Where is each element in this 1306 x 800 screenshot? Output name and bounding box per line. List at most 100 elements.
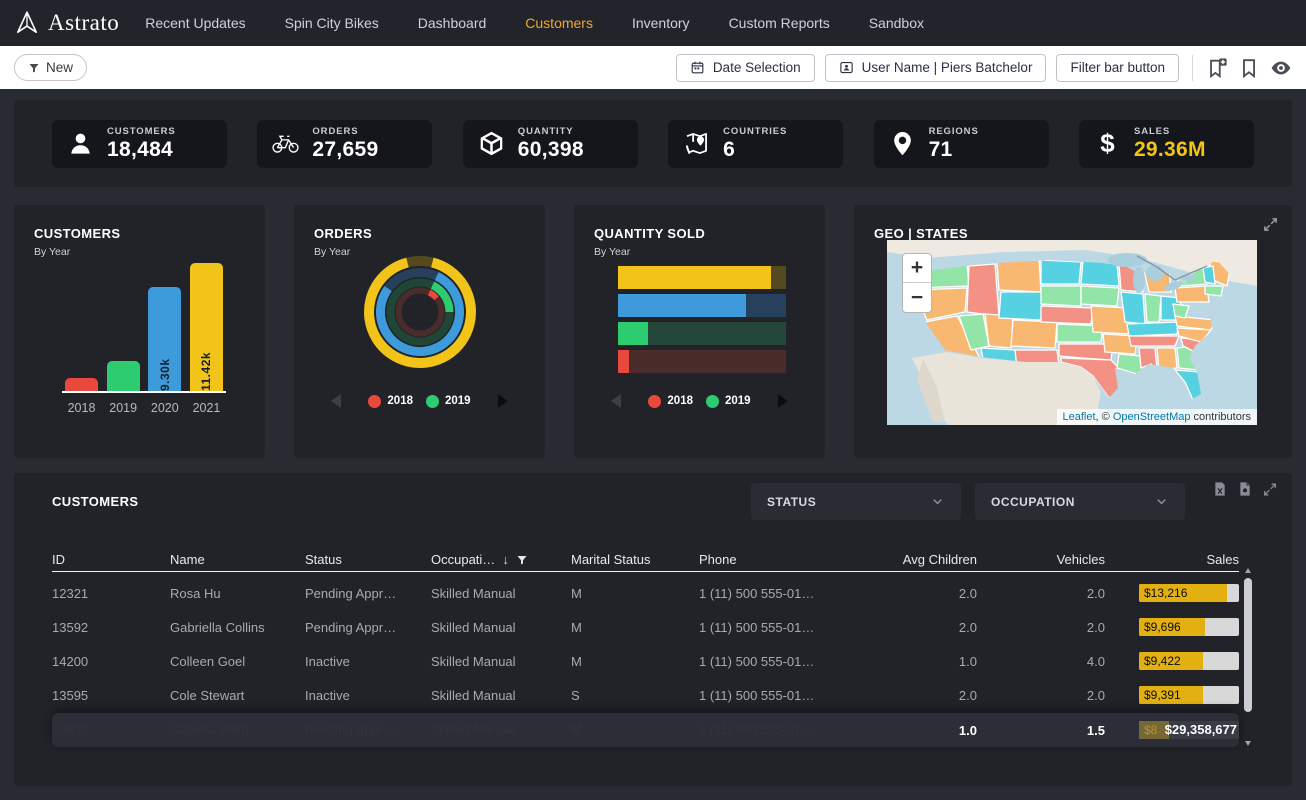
date-selection-button[interactable]: Date Selection bbox=[676, 54, 815, 82]
filter-bar-button[interactable]: Filter bar button bbox=[1056, 54, 1179, 82]
chevron-down-icon bbox=[1154, 494, 1169, 509]
column-filter-icon[interactable] bbox=[516, 554, 528, 566]
quantity-chart-legend: 20182019 bbox=[574, 394, 825, 408]
quantity-bar-chart[interactable] bbox=[618, 266, 786, 373]
table-scrollbar[interactable] bbox=[1244, 578, 1252, 712]
kpi-value: 27,659 bbox=[312, 138, 378, 162]
column-header-occupati[interactable]: Occupati…↓ bbox=[431, 552, 571, 567]
nav-items: Recent Updates Spin City Bikes Dashboard Cu… bbox=[145, 15, 924, 31]
column-header-marital-status[interactable]: Marital Status bbox=[571, 552, 699, 567]
map-zoom-in-button[interactable]: + bbox=[903, 254, 931, 283]
nav-item-spin-city-bikes[interactable]: Spin City Bikes bbox=[285, 15, 379, 31]
column-header-sales[interactable]: Sales bbox=[1105, 552, 1239, 567]
cell: Colleen Goel bbox=[170, 654, 305, 669]
table-totals-row: 1.01.5$8$29,358,677 bbox=[52, 713, 1239, 747]
export-excel-icon[interactable] bbox=[1212, 481, 1228, 497]
bookmark-add-icon[interactable] bbox=[1206, 57, 1228, 79]
cell-sales: $13,216 bbox=[1105, 584, 1239, 602]
leaflet-link[interactable]: Leaflet bbox=[1063, 411, 1096, 423]
cell: Skilled Manual bbox=[431, 586, 571, 601]
cell: S bbox=[571, 688, 699, 703]
column-header-vehicles[interactable]: Vehicles bbox=[977, 552, 1105, 567]
legend-prev-arrow[interactable] bbox=[611, 394, 621, 408]
orders-chart-legend: 2018 2019 bbox=[294, 394, 545, 408]
table-row-14200[interactable]: 14200Colleen GoelInactiveSkilled ManualM… bbox=[52, 644, 1239, 678]
cell: 12321 bbox=[52, 586, 170, 601]
legend-next-arrow[interactable] bbox=[778, 394, 788, 408]
column-header-id[interactable]: ID bbox=[52, 552, 170, 567]
scrollbar-down-arrow[interactable] bbox=[1245, 741, 1251, 746]
table-expand-icon[interactable] bbox=[1262, 481, 1278, 497]
legend-next-arrow[interactable] bbox=[498, 394, 508, 408]
x-axis-tick: 2020 bbox=[148, 401, 181, 415]
orders-chart-title: ORDERS bbox=[314, 226, 525, 241]
geo-expand-icon[interactable] bbox=[1262, 216, 1279, 233]
cell: Skilled Manual bbox=[431, 654, 571, 669]
quantity-chart-panel: QUANTITY SOLD By Year 20182019 bbox=[574, 205, 825, 458]
date-selection-label: Date Selection bbox=[713, 60, 801, 75]
brand-name: Astrato bbox=[48, 10, 119, 36]
table-row-13592[interactable]: 13592Gabriella CollinsPending Appr…Skill… bbox=[52, 610, 1239, 644]
new-filter-pill[interactable]: New bbox=[14, 54, 87, 81]
legend-item-2019: 2019 bbox=[426, 395, 471, 408]
table-row-12321[interactable]: 12321Rosa HuPending Appr…Skilled ManualM… bbox=[52, 576, 1239, 610]
kpi-label: REGIONS bbox=[929, 126, 979, 137]
quantity-bar-fill bbox=[618, 322, 648, 345]
legend-prev-arrow[interactable] bbox=[331, 394, 341, 408]
sort-descending-icon[interactable]: ↓ bbox=[502, 552, 509, 567]
legend-dot bbox=[368, 395, 381, 408]
user-badge-icon bbox=[839, 60, 854, 75]
bar-2020: 9.30k bbox=[148, 287, 181, 391]
orders-donut-chart[interactable] bbox=[361, 253, 479, 371]
nav-item-custom-reports[interactable]: Custom Reports bbox=[729, 15, 830, 31]
quantity-bar-2019 bbox=[618, 322, 786, 345]
cell: 13592 bbox=[52, 620, 170, 635]
bar-2021: 11.42k bbox=[190, 263, 223, 391]
astrato-logo-icon bbox=[14, 10, 40, 36]
legend-item-2018: 2018 bbox=[368, 395, 413, 408]
sales-value: $9,696 bbox=[1144, 618, 1181, 636]
leaflet-map[interactable]: + − Leaflet, © OpenStreetMap contributor… bbox=[887, 240, 1257, 425]
toolbar-divider bbox=[1192, 55, 1193, 81]
nav-item-customers[interactable]: Customers bbox=[525, 15, 593, 31]
osm-link[interactable]: OpenStreetMap bbox=[1113, 411, 1191, 423]
table-actions bbox=[1212, 481, 1278, 497]
occupation-dropdown[interactable]: OCCUPATION bbox=[975, 483, 1185, 520]
bar-2018 bbox=[65, 378, 98, 391]
sales-bar: $9,696 bbox=[1139, 618, 1239, 636]
table-row-13595[interactable]: 13595Cole StewartInactiveSkilled ManualS… bbox=[52, 678, 1239, 712]
kpi-label: CUSTOMERS bbox=[107, 126, 176, 137]
kpi-panel: CUSTOMERS18,484ORDERS27,659QUANTITY60,39… bbox=[14, 100, 1292, 187]
x-axis-tick: 2021 bbox=[190, 401, 223, 415]
nav-item-recent-updates[interactable]: Recent Updates bbox=[145, 15, 245, 31]
kpi-card-customers: CUSTOMERS18,484 bbox=[52, 120, 227, 168]
scrollbar-up-arrow[interactable] bbox=[1245, 568, 1251, 573]
export-document-icon[interactable] bbox=[1237, 481, 1253, 497]
sales-bar: $9,391 bbox=[1139, 686, 1239, 704]
column-header-name[interactable]: Name bbox=[170, 552, 305, 567]
column-header-avg-children[interactable]: Avg Children bbox=[849, 552, 977, 567]
eye-icon[interactable] bbox=[1270, 57, 1292, 79]
nav-item-dashboard[interactable]: Dashboard bbox=[418, 15, 487, 31]
customers-bar-chart[interactable]: 9.30k 11.42k bbox=[62, 265, 226, 393]
nav-item-sandbox[interactable]: Sandbox bbox=[869, 15, 924, 31]
status-dropdown-label: STATUS bbox=[767, 495, 816, 509]
bar-chart-x-axis: 2018201920202021 bbox=[62, 401, 226, 415]
user-name-button[interactable]: User Name | Piers Batchelor bbox=[825, 54, 1047, 82]
map-icon bbox=[683, 130, 710, 157]
total-sales: $8$29,358,677 bbox=[1105, 721, 1239, 739]
column-header-phone[interactable]: Phone bbox=[699, 552, 849, 567]
quantity-bar-2020 bbox=[618, 294, 786, 317]
customers-table-panel: CUSTOMERS STATUS OCCUPATION IDNameS bbox=[14, 473, 1292, 786]
total-vehicles: 1.5 bbox=[977, 723, 1105, 738]
map-zoom-out-button[interactable]: − bbox=[903, 283, 931, 312]
x-axis-tick: 2019 bbox=[107, 401, 140, 415]
status-dropdown[interactable]: STATUS bbox=[751, 483, 961, 520]
filter-toolbar: New Date Selection User Name | Piers Bat… bbox=[0, 46, 1306, 89]
bookmark-icon[interactable] bbox=[1238, 57, 1260, 79]
cell: 1 (11) 500 555-01… bbox=[699, 620, 849, 635]
column-header-status[interactable]: Status bbox=[305, 552, 431, 567]
brand[interactable]: Astrato bbox=[14, 10, 119, 36]
nav-item-inventory[interactable]: Inventory bbox=[632, 15, 690, 31]
cell-avg-children: 2.0 bbox=[849, 688, 977, 703]
